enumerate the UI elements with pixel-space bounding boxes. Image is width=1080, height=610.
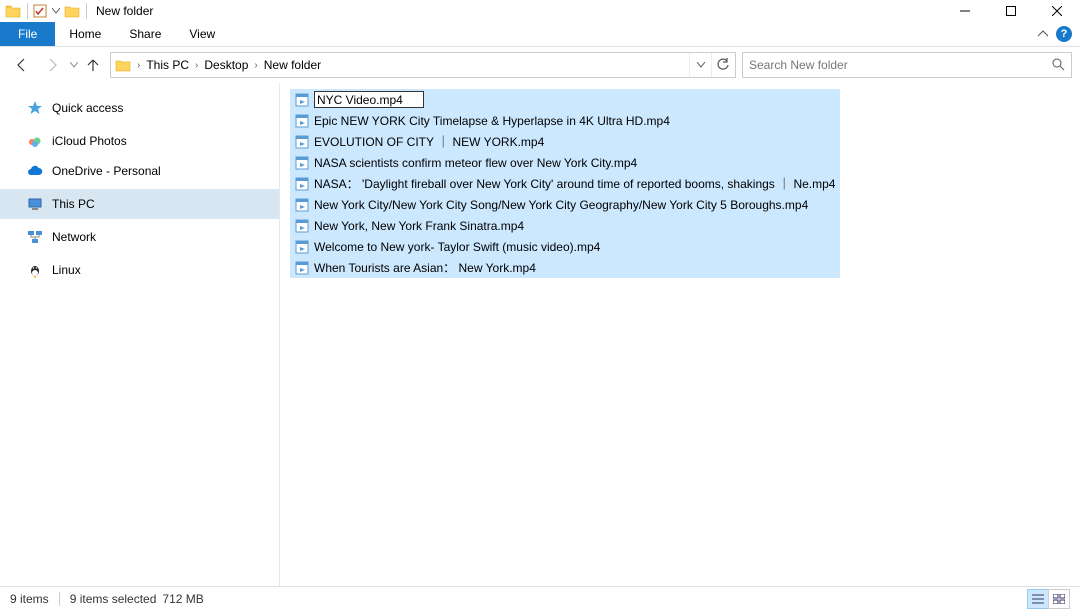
- navigation-bar: › This PC › Desktop › New folder Search …: [0, 47, 1080, 83]
- video-file-icon: [294, 239, 310, 255]
- breadcrumb-item[interactable]: Desktop: [202, 58, 250, 72]
- view-details-button[interactable]: [1027, 589, 1049, 609]
- explorer-body: Quick access iCloud Photos OneDrive - Pers…: [0, 83, 1080, 586]
- search-icon: [1051, 57, 1065, 74]
- file-name[interactable]: NYC Video.mp4: [314, 91, 424, 108]
- video-file-icon: [294, 218, 310, 234]
- file-name: EVOLUTION OF CITY ｜ NEW YORK.mp4: [314, 133, 544, 150]
- nav-up-button[interactable]: [82, 51, 104, 79]
- search-placeholder: Search New folder: [749, 58, 848, 72]
- video-file-icon: [294, 155, 310, 171]
- view-large-icons-button[interactable]: [1048, 589, 1070, 609]
- ribbon-expand-icon[interactable]: [1038, 27, 1048, 41]
- file-item[interactable]: EVOLUTION OF CITY ｜ NEW YORK.mp4: [290, 131, 840, 152]
- ribbon-right: ?: [1038, 22, 1080, 46]
- file-item[interactable]: Epic NEW YORK City Timelapse & Hyperlaps…: [290, 110, 840, 131]
- help-icon[interactable]: ?: [1056, 26, 1072, 42]
- folder-icon: [4, 2, 22, 20]
- tab-home-label: Home: [69, 27, 101, 41]
- video-file-icon: [294, 113, 310, 129]
- title-bar: New folder: [0, 0, 1080, 22]
- file-item[interactable]: NASA： 'Daylight fireball over New York C…: [290, 173, 840, 194]
- qat-properties-icon[interactable]: [31, 2, 49, 20]
- file-item[interactable]: Welcome to New york- Taylor Swift (music…: [290, 236, 840, 257]
- network-icon: [26, 228, 44, 246]
- tab-file-label: File: [18, 27, 37, 41]
- sidebar-item-network[interactable]: Network: [0, 222, 279, 252]
- pc-icon: [26, 195, 44, 213]
- chevron-right-icon[interactable]: ›: [137, 60, 140, 71]
- nav-back-button[interactable]: [8, 51, 36, 79]
- sidebar-item-icloud-photos[interactable]: iCloud Photos: [0, 126, 279, 156]
- folder-icon: [63, 2, 81, 20]
- sidebar-item-label: Quick access: [52, 101, 123, 115]
- file-name: When Tourists are Asian： New York.mp4: [314, 259, 536, 276]
- nav-forward-button[interactable]: [38, 51, 66, 79]
- window-title: New folder: [96, 4, 153, 18]
- file-name: NASA： 'Daylight fireball over New York C…: [314, 175, 835, 192]
- recent-locations-icon[interactable]: [68, 62, 80, 68]
- star-icon: [26, 99, 44, 117]
- window-controls: [942, 0, 1080, 22]
- file-item[interactable]: NYC Video.mp4: [290, 89, 840, 110]
- cloud-icon: [26, 162, 44, 180]
- breadcrumb-item[interactable]: New folder: [262, 58, 323, 72]
- tab-file[interactable]: File: [0, 22, 55, 46]
- address-bar[interactable]: › This PC › Desktop › New folder: [110, 52, 736, 78]
- close-button[interactable]: [1034, 0, 1080, 22]
- video-file-icon: [294, 176, 310, 192]
- tab-share-label: Share: [129, 27, 161, 41]
- video-file-icon: [294, 92, 310, 108]
- separator: [59, 592, 60, 606]
- tab-view-label: View: [189, 27, 215, 41]
- file-list-pane[interactable]: NYC Video.mp4 Epic NEW YORK City Timelaps…: [280, 83, 1080, 586]
- chevron-right-icon[interactable]: ›: [195, 60, 198, 71]
- icloud-icon: [26, 132, 44, 150]
- video-file-icon: [294, 260, 310, 276]
- maximize-button[interactable]: [988, 0, 1034, 22]
- chevron-down-icon[interactable]: [51, 2, 61, 20]
- ribbon-tabs: File Home Share View ?: [0, 22, 1080, 47]
- file-name: Welcome to New york- Taylor Swift (music…: [314, 240, 600, 254]
- status-bar: 9 items 9 items selected 712 MB: [0, 586, 1080, 610]
- folder-icon: [113, 55, 133, 75]
- tab-home[interactable]: Home: [55, 22, 115, 46]
- separator: [27, 3, 28, 19]
- sidebar-item-label: OneDrive - Personal: [52, 164, 161, 178]
- linux-icon: [26, 261, 44, 279]
- quick-access-toolbar: New folder: [0, 2, 153, 20]
- sidebar-item-linux[interactable]: Linux: [0, 255, 279, 285]
- file-name: New York City/New York City Song/New Yor…: [314, 198, 808, 212]
- breadcrumb-item[interactable]: This PC: [144, 58, 191, 72]
- sidebar-item-this-pc[interactable]: This PC: [0, 189, 279, 219]
- file-name: New York, New York Frank Sinatra.mp4: [314, 219, 524, 233]
- refresh-button[interactable]: [711, 53, 733, 77]
- file-item[interactable]: When Tourists are Asian： New York.mp4: [290, 257, 840, 278]
- file-name: Epic NEW YORK City Timelapse & Hyperlaps…: [314, 114, 670, 128]
- status-selection-count: 9 items selected: [70, 592, 157, 606]
- chevron-right-icon[interactable]: ›: [254, 60, 257, 71]
- sidebar-item-label: This PC: [52, 197, 95, 211]
- view-toggles: [1028, 589, 1070, 609]
- address-dropdown-button[interactable]: [689, 53, 711, 77]
- video-file-icon: [294, 134, 310, 150]
- tab-share[interactable]: Share: [115, 22, 175, 46]
- file-item[interactable]: NASA scientists confirm meteor flew over…: [290, 152, 840, 173]
- file-item[interactable]: New York City/New York City Song/New Yor…: [290, 194, 840, 215]
- tab-view[interactable]: View: [175, 22, 229, 46]
- sidebar-item-onedrive-personal[interactable]: OneDrive - Personal: [0, 156, 279, 186]
- status-item-count: 9 items: [10, 592, 49, 606]
- sidebar-item-label: Linux: [52, 263, 81, 277]
- search-input[interactable]: Search New folder: [742, 52, 1072, 78]
- minimize-button[interactable]: [942, 0, 988, 22]
- separator: [86, 3, 87, 19]
- navigation-pane: Quick access iCloud Photos OneDrive - Pers…: [0, 83, 280, 586]
- file-name: NASA scientists confirm meteor flew over…: [314, 156, 637, 170]
- video-file-icon: [294, 197, 310, 213]
- sidebar-item-label: iCloud Photos: [52, 134, 127, 148]
- sidebar-item-quick-access[interactable]: Quick access: [0, 93, 279, 123]
- status-selection-size: 712 MB: [162, 592, 203, 606]
- sidebar-item-label: Network: [52, 230, 96, 244]
- file-item[interactable]: New York, New York Frank Sinatra.mp4: [290, 215, 840, 236]
